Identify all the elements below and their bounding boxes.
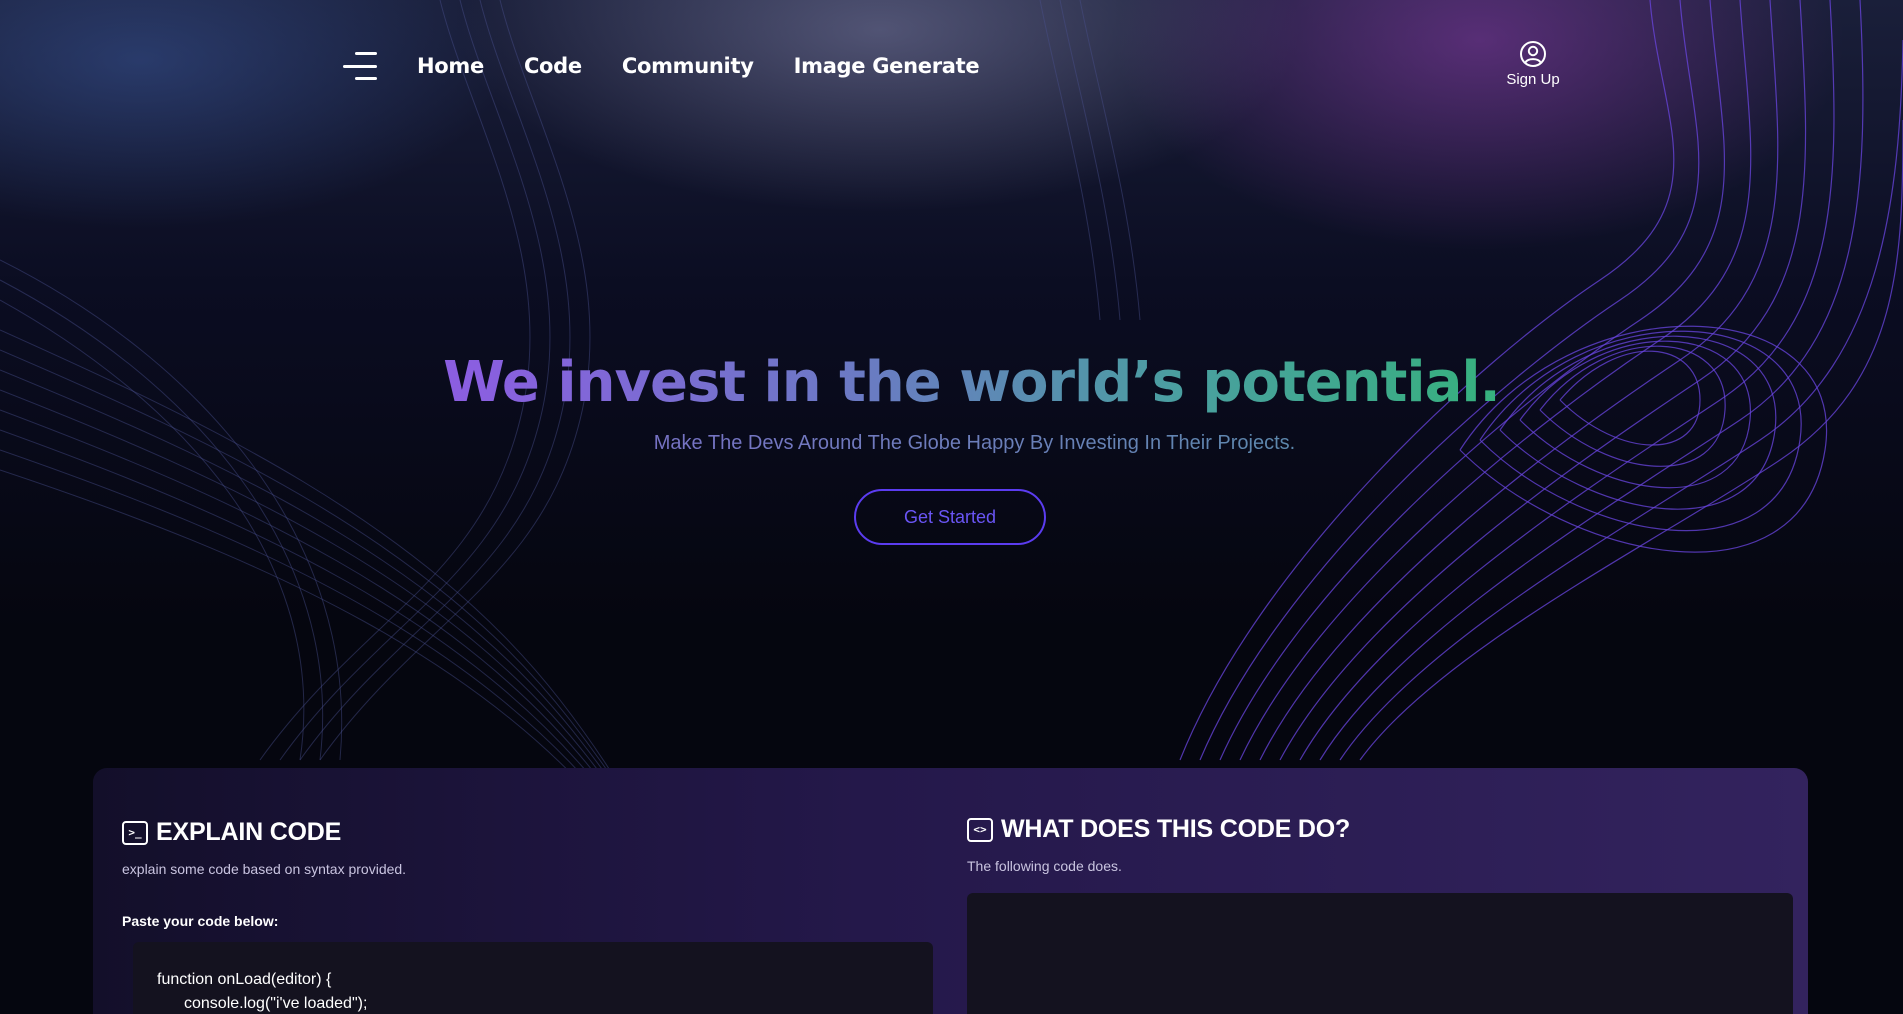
what-does-code-do-heading: <> WHAT DOES THIS CODE DO? xyxy=(967,815,1793,844)
user-circle-icon xyxy=(1520,41,1546,67)
what-does-code-do-section: <> WHAT DOES THIS CODE DO? The following… xyxy=(967,768,1793,1014)
explain-code-title: EXPLAIN CODE xyxy=(156,818,342,846)
what-does-code-do-description: The following code does. xyxy=(967,858,1122,874)
code-editor[interactable]: function onLoad(editor) { console.log("i… xyxy=(133,942,933,1014)
sign-up-label: Sign Up xyxy=(1506,71,1560,88)
hamburger-menu-icon[interactable] xyxy=(341,52,377,80)
code-explanation-output[interactable] xyxy=(967,893,1793,1014)
hero-title: We invest in the world’s potential. xyxy=(0,350,1903,415)
hero-subtitle: Make The Devs Around The Globe Happy By … xyxy=(0,432,1903,455)
explain-code-description: explain some code based on syntax provid… xyxy=(122,861,407,877)
nav-link-community[interactable]: Community xyxy=(622,54,754,78)
get-started-button[interactable]: Get Started xyxy=(854,489,1046,545)
sign-up-button[interactable]: Sign Up xyxy=(1500,40,1566,88)
explain-code-heading: >_ EXPLAIN CODE xyxy=(122,818,932,847)
nav-link-code[interactable]: Code xyxy=(524,54,582,78)
nav-link-home[interactable]: Home xyxy=(417,54,484,78)
terminal-icon: >_ xyxy=(122,820,148,845)
code-line: function onLoad(editor) { xyxy=(157,971,332,988)
explain-code-section: >_ EXPLAIN CODE explain some code based … xyxy=(122,768,933,1014)
paste-code-label: Paste your code below: xyxy=(122,913,279,929)
landing-page: Home Code Community Image Generate Sign … xyxy=(0,0,1903,1014)
code-brackets-icon: <> xyxy=(967,817,993,842)
what-does-code-do-title: WHAT DOES THIS CODE DO? xyxy=(1001,815,1351,843)
code-line: console.log("i've loaded"); xyxy=(184,995,368,1012)
main-nav: Home Code Community Image Generate xyxy=(341,44,980,88)
nav-link-image-generate[interactable]: Image Generate xyxy=(794,54,980,78)
code-tools-panel: >_ EXPLAIN CODE explain some code based … xyxy=(93,768,1808,1014)
